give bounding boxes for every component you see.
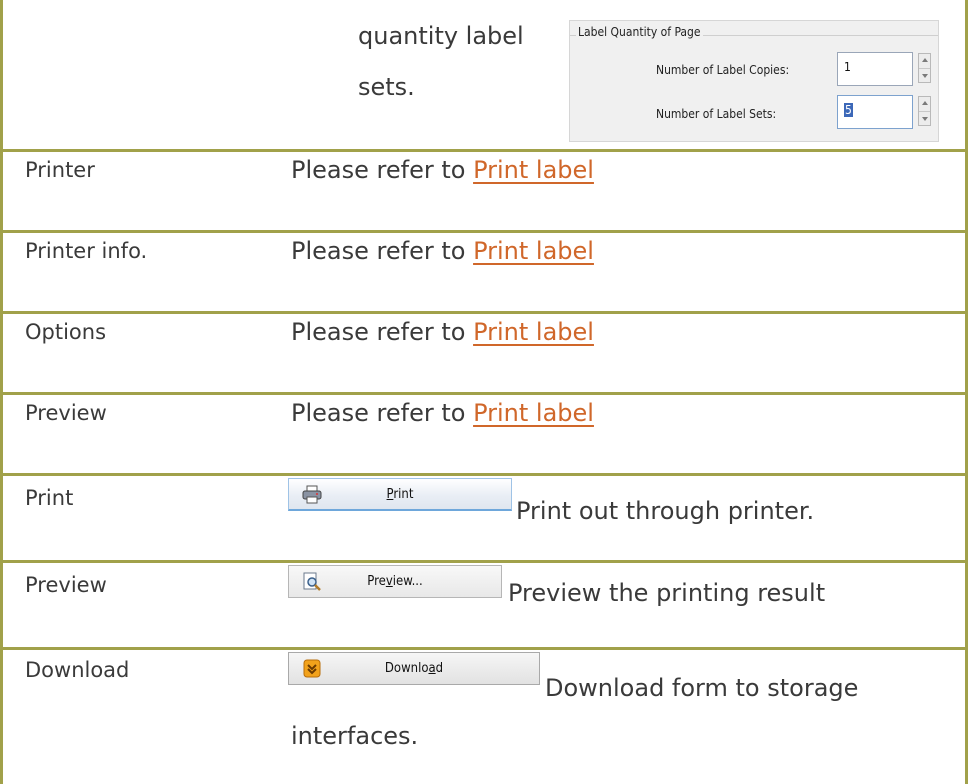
label-sets-value: 5 xyxy=(844,103,853,117)
row-label-options: Options xyxy=(25,320,107,344)
print-label-link[interactable]: Print label xyxy=(473,237,594,265)
print-button[interactable]: Print xyxy=(288,478,512,511)
table-row-preview-ref: Preview Please refer to Print label xyxy=(3,395,965,476)
preview-button-label: Preview... xyxy=(367,574,423,589)
row-label-printer-info: Printer info. xyxy=(25,239,148,263)
label-sets-input[interactable]: 5 xyxy=(837,95,913,129)
row-label-preview-button: Preview xyxy=(25,573,107,597)
row-desc-preview: Please refer to Print label xyxy=(291,399,594,427)
row-desc-download-line1: Download form to storage xyxy=(545,674,859,702)
row-label-download: Download xyxy=(25,658,130,682)
label-copies-spinner[interactable] xyxy=(918,53,931,83)
label-copies-input[interactable]: 1 xyxy=(837,52,913,86)
table-row-printer: Printer Please refer to Print label xyxy=(3,152,965,233)
print-button-label: Print xyxy=(386,487,414,502)
row-label-printer: Printer xyxy=(25,158,95,182)
preview-button[interactable]: Preview... xyxy=(288,565,502,598)
row-desc-printer-info: Please refer to Print label xyxy=(291,237,594,265)
label-sets-spinner[interactable] xyxy=(918,96,931,126)
print-label-link[interactable]: Print label xyxy=(473,318,594,346)
label-sets-text-line2: sets. xyxy=(358,73,415,101)
label-quantity-group-title: Label Quantity of Page xyxy=(576,25,703,39)
print-label-link[interactable]: Print label xyxy=(473,399,594,427)
table-row-label-sets: quantity label sets. Label Quantity of P… xyxy=(3,0,965,152)
download-button[interactable]: Download xyxy=(288,652,540,685)
row-desc-preview-button: Preview the printing result xyxy=(508,579,826,607)
label-copies-label: Number of Label Copies: xyxy=(656,63,790,77)
label-copies-value: 1 xyxy=(844,60,851,74)
label-sets-text-line1: quantity label xyxy=(358,22,524,50)
table-row-options: Options Please refer to Print label xyxy=(3,314,965,395)
row-label-print: Print xyxy=(25,486,74,510)
row-desc-print: Print out through printer. xyxy=(516,497,815,525)
row-desc-options: Please refer to Print label xyxy=(291,318,594,346)
row-desc-download-line2: interfaces. xyxy=(291,722,419,750)
print-label-link[interactable]: Print label xyxy=(473,156,594,184)
label-quantity-dialog-screenshot: Label Quantity of Page Number of Label C… xyxy=(569,20,939,142)
label-sets-label: Number of Label Sets: xyxy=(656,107,777,121)
row-desc-printer: Please refer to Print label xyxy=(291,156,594,184)
row-label-preview: Preview xyxy=(25,401,107,425)
table-row-printer-info: Printer info. Please refer to Print labe… xyxy=(3,233,965,314)
download-button-label: Download xyxy=(384,661,444,676)
